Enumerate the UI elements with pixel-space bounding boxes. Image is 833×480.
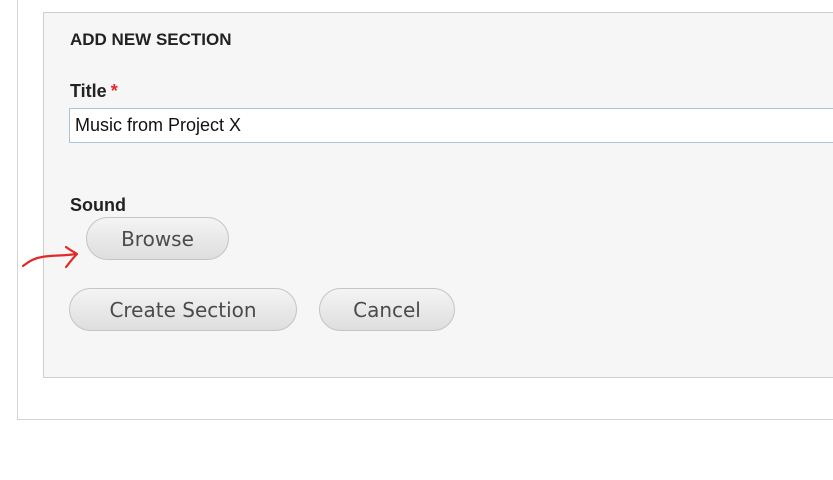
sound-label: Sound: [70, 195, 126, 215]
required-marker: *: [110, 81, 118, 101]
title-label: Title *: [70, 81, 118, 102]
cancel-button[interactable]: Cancel: [319, 288, 455, 331]
section-legend: ADD NEW SECTION: [70, 30, 232, 49]
create-section-button[interactable]: Create Section: [69, 288, 297, 331]
browse-button[interactable]: Browse: [86, 217, 229, 260]
title-input[interactable]: [69, 108, 833, 143]
red-hand-drawn-arrow-icon: [21, 245, 79, 269]
title-label-text: Title: [70, 81, 107, 101]
